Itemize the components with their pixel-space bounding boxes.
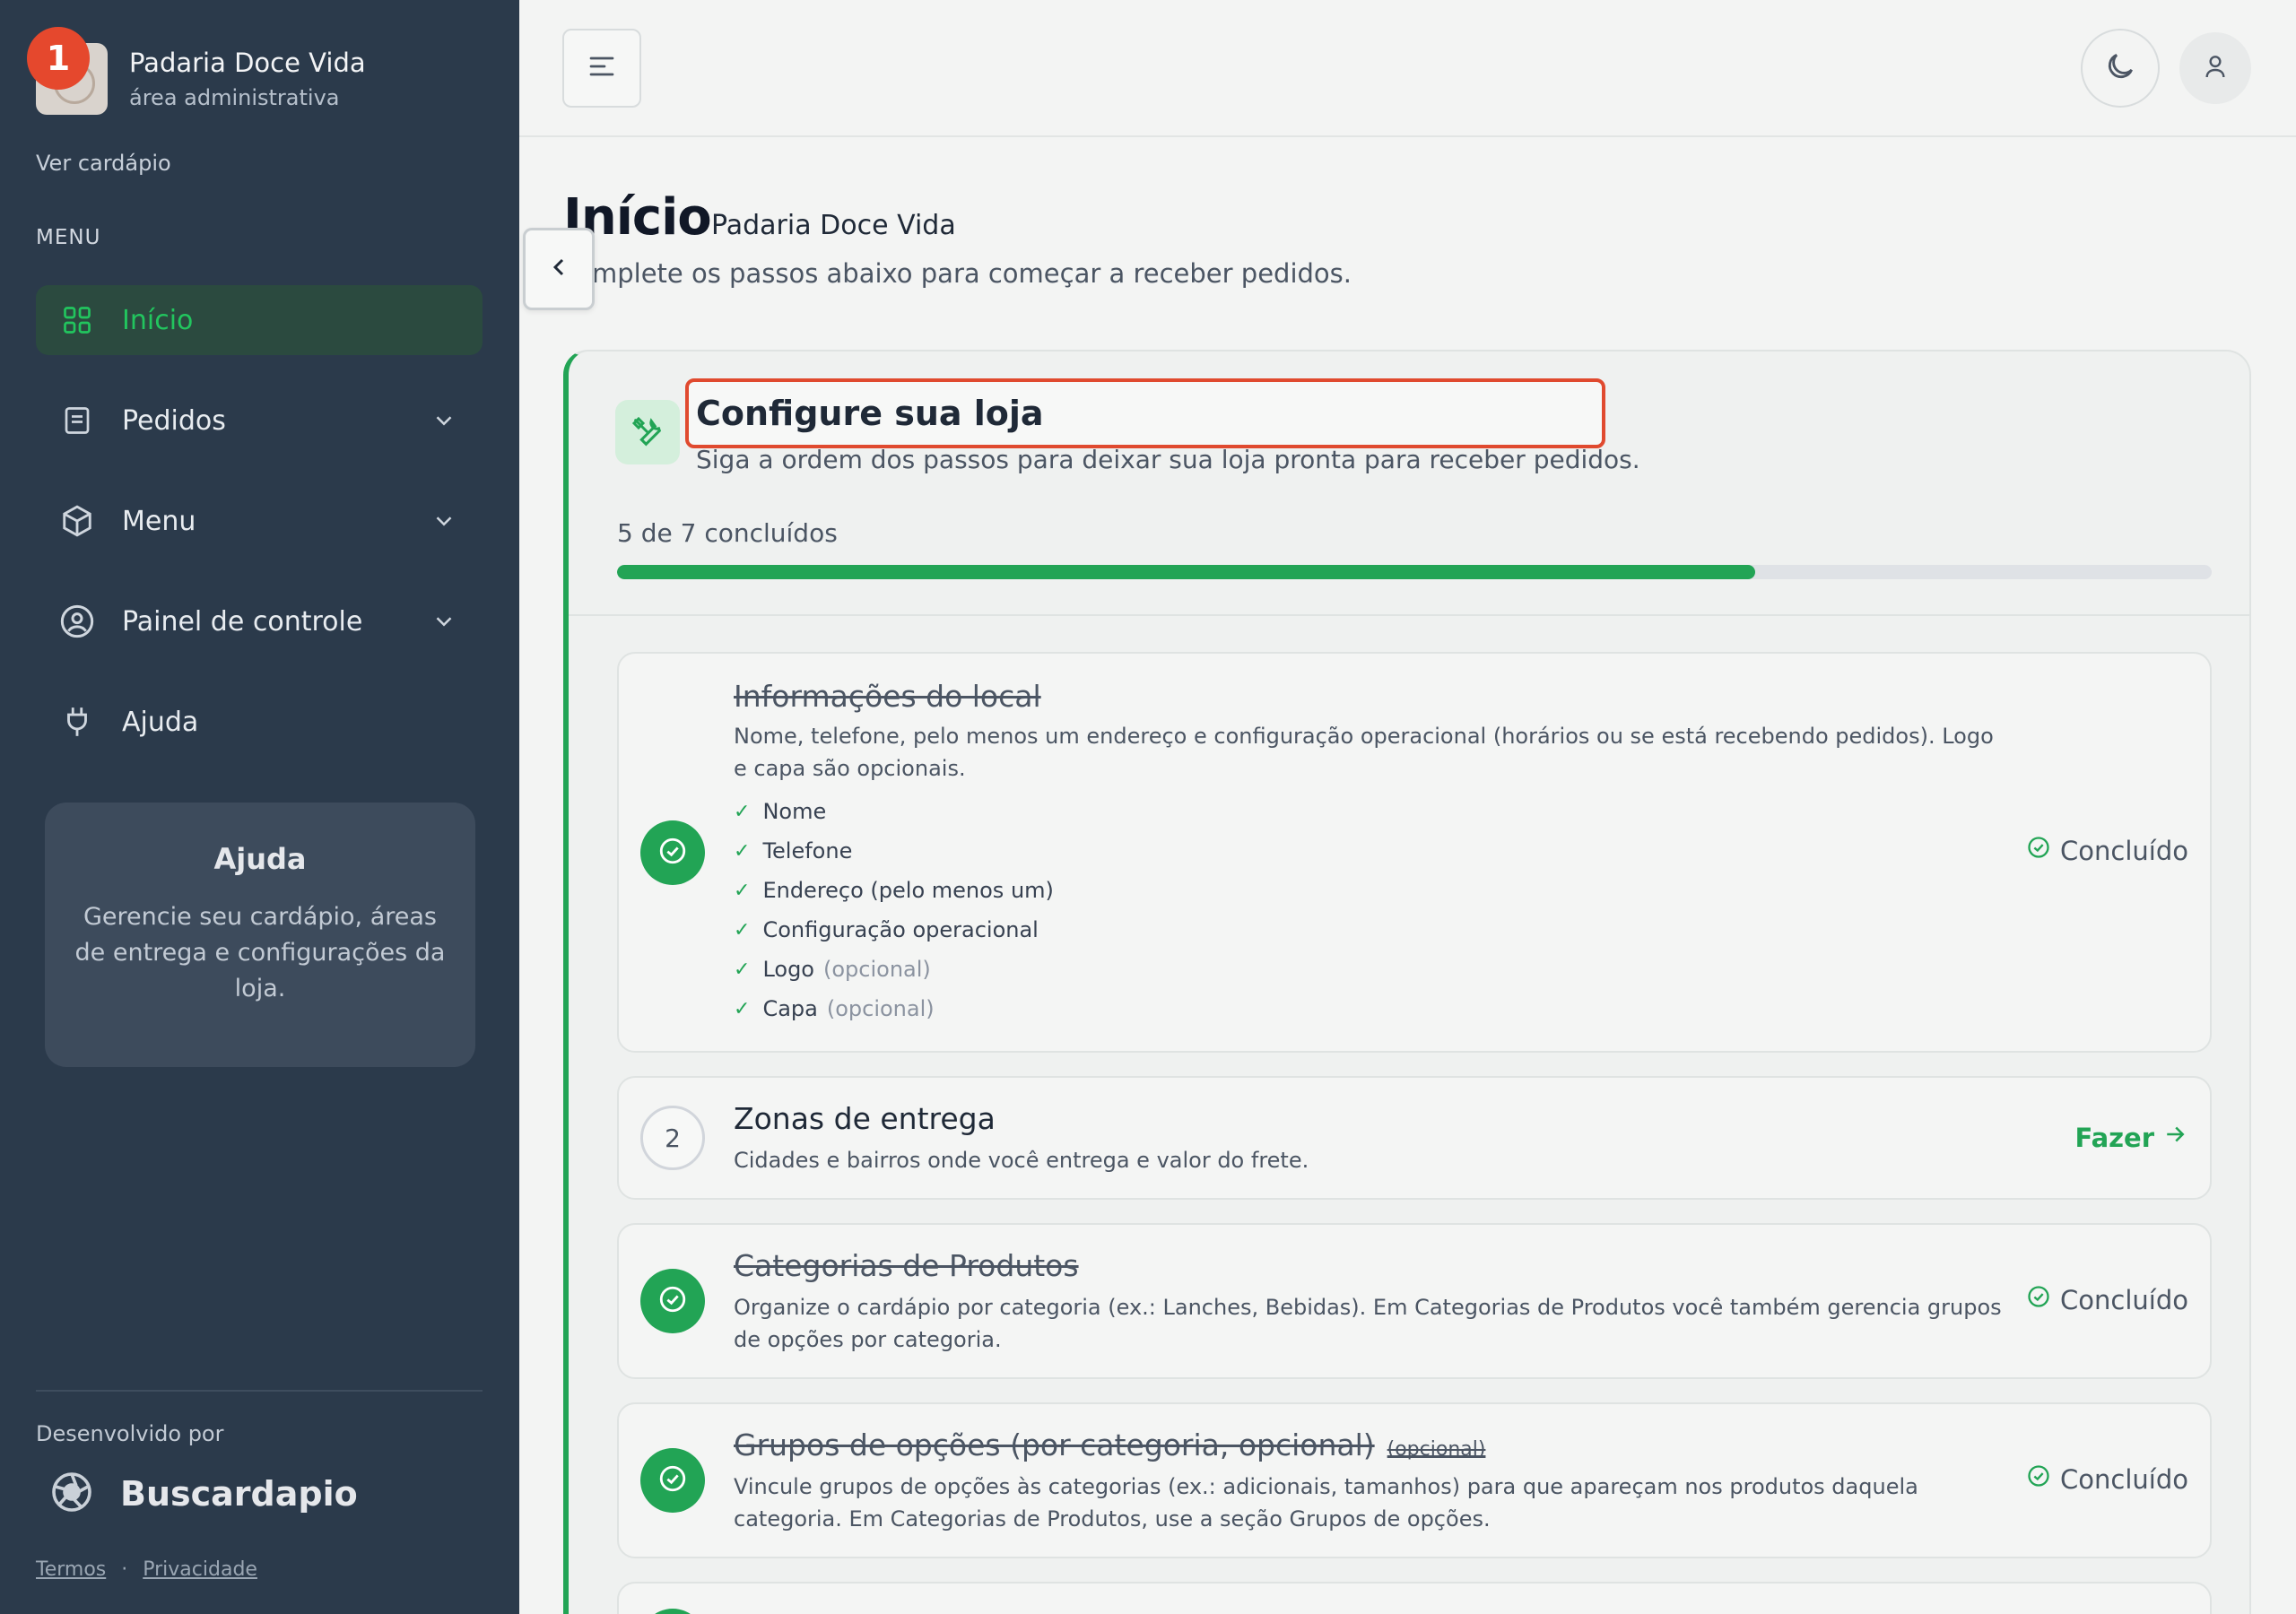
user-circle-icon (59, 603, 95, 639)
step-title: Informações do local (734, 679, 1041, 714)
progress-label: 5 de 7 concluídos (617, 518, 838, 548)
store-subtitle: área administrativa (129, 85, 340, 110)
setup-step (617, 1582, 2212, 1614)
progress-fill (617, 565, 1756, 579)
help-card: Ajuda Gerencie seu cardápio, áreas de en… (45, 803, 475, 1067)
sidebar-item-menu[interactable]: Menu (36, 486, 483, 556)
footer-links: Termos · Privacidade (36, 1558, 257, 1581)
sidebar-item-inicio[interactable]: Início (36, 285, 483, 355)
check-circle-icon (2026, 835, 2060, 866)
setup-subtitle: Siga a ordem dos passos para deixar sua … (696, 445, 1640, 474)
view-menu-link[interactable]: Ver cardápio (36, 151, 171, 176)
step-description: Nome, telefone, pelo menos um endereço e… (734, 724, 1994, 781)
checkmark-icon: ✓ (734, 958, 751, 981)
menu-heading: MENU (36, 226, 101, 249)
user-icon (2201, 52, 2230, 84)
aperture-logo-icon (50, 1471, 93, 1517)
sidebar: 1 Padaria Doce Vida área administrativa … (0, 0, 519, 1614)
step-description: Organize o cardápio por categoria (ex.: … (734, 1295, 2002, 1352)
chevron-down-icon (430, 608, 457, 642)
setup-title: Configure sua loja (685, 378, 1605, 448)
check-circle-icon (657, 1463, 688, 1497)
setup-step: Grupos de opções (por categoria, opciona… (617, 1402, 2212, 1558)
check-circle-icon (2026, 1463, 2060, 1495)
step-description: Vincule grupos de opções às categorias (… (734, 1474, 1918, 1532)
chevron-left-icon (544, 253, 573, 285)
store-name: Padaria Doce Vida (129, 48, 366, 78)
checklist-item: ✓ Configuração operacional (734, 917, 1039, 942)
step-title: Grupos de opções (por categoria, opciona… (734, 1427, 1486, 1462)
notification-badge: 1 (27, 27, 90, 90)
menu-icon (586, 50, 618, 86)
setup-step[interactable]: 2 Zonas de entrega Cidades e bairros ond… (617, 1076, 2212, 1200)
sidebar-item-label: Início (122, 304, 194, 336)
sidebar-item-label: Menu (122, 505, 196, 537)
sidebar-item-painel[interactable]: Painel de controle (36, 586, 483, 656)
checkmark-icon: ✓ (734, 800, 751, 823)
collapse-sidebar-button[interactable] (523, 228, 595, 310)
step-done-indicator (640, 1448, 705, 1513)
step-checklist: ✓ Nome ✓ Telefone ✓ Endereço (pelo menos um… (734, 792, 1054, 1028)
top-bar (519, 0, 2296, 137)
step-action-button[interactable]: Fazer (2074, 1121, 2188, 1154)
progress-bar (617, 565, 2212, 579)
help-card-text: Gerencie seu cardápio, áreas de entrega … (74, 903, 446, 1002)
step-description: Cidades e bairros onde você entrega e va… (734, 1148, 1309, 1173)
developed-by-label: Desenvolvido por (36, 1421, 224, 1446)
checklist-item: ✓ Endereço (pelo menos um) (734, 878, 1054, 903)
checkmark-icon: ✓ (734, 918, 751, 941)
user-menu-button[interactable] (2179, 32, 2251, 104)
sidebar-item-ajuda[interactable]: Ajuda (36, 687, 483, 757)
receipt-icon (59, 403, 95, 438)
divider (36, 1390, 483, 1392)
divider (569, 614, 2249, 616)
chevron-down-icon (430, 407, 457, 441)
page-subtitle: mplete os passos abaixo para começar a r… (592, 258, 1352, 289)
step-number: 2 (640, 1106, 705, 1170)
step-title: Zonas de entrega (734, 1101, 996, 1136)
sidebar-item-label: Ajuda (122, 706, 199, 738)
step-done-indicator (640, 820, 705, 885)
check-circle-icon (657, 836, 688, 870)
sidebar-item-label: Painel de controle (122, 605, 363, 638)
step-title: Categorias de Produtos (734, 1248, 1079, 1283)
link-separator: · (121, 1558, 128, 1581)
grid-icon (59, 302, 95, 338)
menu-toggle-button[interactable] (562, 29, 641, 108)
setup-step: Informações do local Nome, telefone, pel… (617, 652, 2212, 1053)
setup-step: Categorias de Produtos Organize o cardáp… (617, 1223, 2212, 1379)
checklist-item: ✓ Nome (734, 799, 827, 824)
chevron-down-icon (430, 508, 457, 542)
check-circle-icon (2026, 1284, 2060, 1315)
sidebar-item-label: Pedidos (122, 404, 226, 437)
step-done-indicator (640, 1609, 705, 1614)
step-status: Concluído (2026, 1463, 2188, 1495)
step-status: Concluído (2026, 1284, 2188, 1315)
optional-tag: (opcional) (1387, 1438, 1486, 1461)
tools-icon (615, 400, 680, 464)
page-store-name: Padaria Doce Vida (711, 210, 956, 241)
arrow-right-icon (2154, 1121, 2188, 1154)
theme-toggle-button[interactable] (2081, 29, 2160, 108)
checkmark-icon: ✓ (734, 839, 751, 863)
sidebar-item-pedidos[interactable]: Pedidos (36, 386, 483, 456)
developer-brand[interactable]: Buscardapio (50, 1471, 358, 1517)
developer-name: Buscardapio (120, 1474, 358, 1514)
box-icon (59, 503, 95, 539)
check-circle-icon (657, 1284, 688, 1318)
moon-icon (2103, 49, 2137, 87)
checkmark-icon: ✓ (734, 879, 751, 902)
checklist-item: ✓ Logo (opcional) (734, 957, 931, 982)
plug-icon (59, 704, 95, 740)
help-card-title: Ajuda (213, 842, 307, 876)
privacy-link[interactable]: Privacidade (143, 1558, 257, 1581)
step-done-indicator (640, 1269, 705, 1333)
checklist-item: ✓ Telefone (734, 838, 853, 863)
step-status: Concluído (2026, 835, 2188, 866)
checklist-item: ✓ Capa (opcional) (734, 996, 935, 1021)
terms-link[interactable]: Termos (36, 1558, 106, 1581)
checkmark-icon: ✓ (734, 997, 751, 1020)
setup-card: Configure sua loja Siga a ordem dos pass… (563, 350, 2251, 1614)
